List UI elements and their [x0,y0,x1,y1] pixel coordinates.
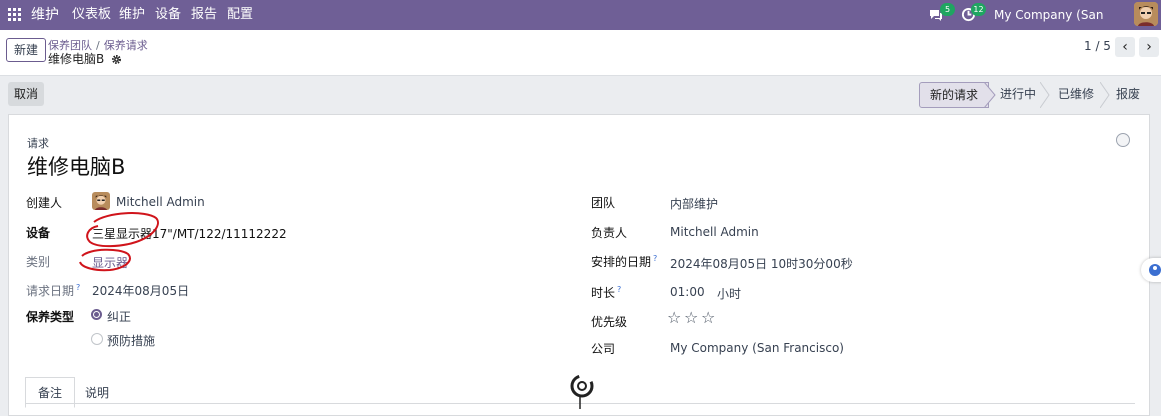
pager-value[interactable]: 1 / 5 [1084,39,1111,53]
request-date-label-text: 请求日期 [26,284,75,298]
stage-arrow-icon [1100,82,1110,108]
duration-value[interactable]: 01:00 [670,285,705,299]
stage-in-progress[interactable]: 进行中 [1000,82,1036,106]
help-icon[interactable]: ? [76,283,80,292]
apps-menu-icon[interactable] [8,8,21,21]
record-name: 维修电脑B [48,52,105,66]
annotation-marks [79,212,159,272]
team-value[interactable]: 内部维护 [670,195,718,212]
company-label: 公司 [591,342,616,356]
help-icon[interactable]: ? [617,285,621,294]
new-button[interactable]: 新建 [6,38,46,62]
tab-description[interactable]: 说明 [85,384,109,401]
type-option-preventive[interactable]: 预防措施 [107,332,155,349]
assistant-bubble-icon[interactable] [1141,258,1161,282]
maintenance-type-label: 保养类型 [26,310,75,324]
company-value[interactable]: My Company (San Francisco) [670,341,844,355]
schedule-date-value[interactable]: 2024年08月05日 10时30分00秒 [670,255,853,272]
radio-corrective[interactable] [91,309,102,320]
record-subtitle: 维修电脑B [48,50,122,68]
stage-repaired[interactable]: 已维修 [1058,82,1094,106]
request-date-value[interactable]: 2024年08月05日 [92,282,189,299]
menu-equipment[interactable]: 设备 [155,0,181,30]
kanban-state-icon[interactable] [1116,133,1130,147]
stage-arrow-icon [1040,82,1050,108]
stage-arrow-icon [984,82,996,108]
stage-new-request[interactable]: 新的请求 [919,82,990,108]
schedule-date-label: 安排的日期? [591,253,657,270]
top-navbar: 维护 仪表板 维护 设备 报告 配置 5 12 My Company (San … [0,0,1161,52]
menu-maintenance[interactable]: 维护 [119,0,145,30]
priority-star-icon[interactable]: ☆ [684,310,698,326]
activity-count-badge: 12 [971,3,986,16]
app-name[interactable]: 维护 [31,0,59,30]
duration-label: 时长? [591,284,621,301]
gear-icon[interactable] [111,54,122,68]
owner-value[interactable]: Mitchell Admin [670,225,759,239]
pager-next-button[interactable]: › [1139,37,1159,57]
stage-scrap[interactable]: 报废 [1116,82,1140,106]
chat-count-badge: 5 [940,3,955,16]
menu-reporting[interactable]: 报告 [191,0,217,30]
duration-unit: 小时 [717,287,742,301]
team-label: 团队 [591,196,616,210]
cancel-button[interactable]: 取消 [8,82,44,106]
menu-dashboard[interactable]: 仪表板 [72,0,111,30]
radio-preventive[interactable] [91,333,103,345]
creator-label: 创建人 [26,196,63,210]
form-sheet [8,114,1150,416]
duration-label-text: 时长 [591,286,616,300]
owner-label: 负责人 [591,226,628,240]
busy-cursor-icon [566,373,598,409]
priority-star-icon[interactable]: ☆ [701,310,715,326]
priority-star-icon[interactable]: ☆ [667,310,681,326]
type-option-corrective[interactable]: 纠正 [107,308,131,325]
control-panel: 新建 保养团队 / 保养请求 维修电脑B 1 / 5 ‹ › [0,30,1161,76]
priority-label: 优先级 [591,315,628,329]
request-label: 请求 [27,137,49,150]
request-date-label: 请求日期? [26,282,80,299]
creator-value[interactable]: Mitchell Admin [116,195,205,209]
help-icon[interactable]: ? [653,254,657,263]
page-title[interactable]: 维修电脑B [27,151,125,181]
user-avatar[interactable] [1134,2,1158,26]
pager-previous-button[interactable]: ‹ [1115,37,1135,57]
schedule-date-label-text: 安排的日期 [591,255,652,269]
equipment-label: 设备 [26,226,51,240]
menu-configuration[interactable]: 配置 [227,0,253,30]
category-label: 类别 [26,255,51,269]
